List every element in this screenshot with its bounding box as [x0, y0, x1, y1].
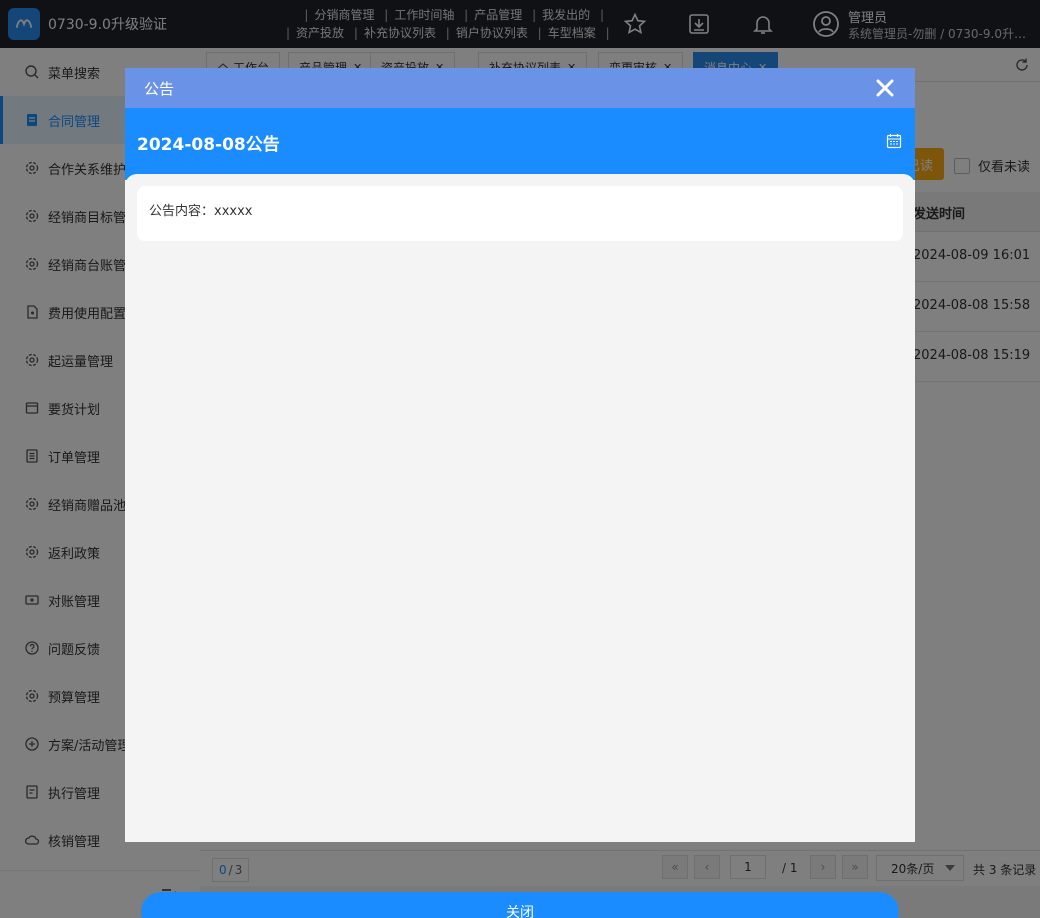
- close-icon[interactable]: [875, 78, 895, 98]
- announcement-banner: 2024-08-08公告: [125, 108, 915, 180]
- modal-title: 公告: [144, 79, 175, 98]
- close-button[interactable]: 关闭: [141, 892, 899, 918]
- content-label: 公告内容：: [149, 204, 215, 219]
- announcement-title: 2024-08-08公告: [137, 135, 280, 155]
- modal-header: 公告: [125, 68, 915, 108]
- announcement-modal: 公告 2024-08-08公告 公告内容：xxxxx 关闭: [125, 68, 915, 918]
- content-value: xxxxx: [214, 204, 253, 219]
- announcement-content-card: 公告内容：xxxxx: [137, 186, 903, 241]
- announcement-body: 公告内容：xxxxx 关闭: [125, 174, 915, 918]
- calendar-icon: [886, 134, 902, 149]
